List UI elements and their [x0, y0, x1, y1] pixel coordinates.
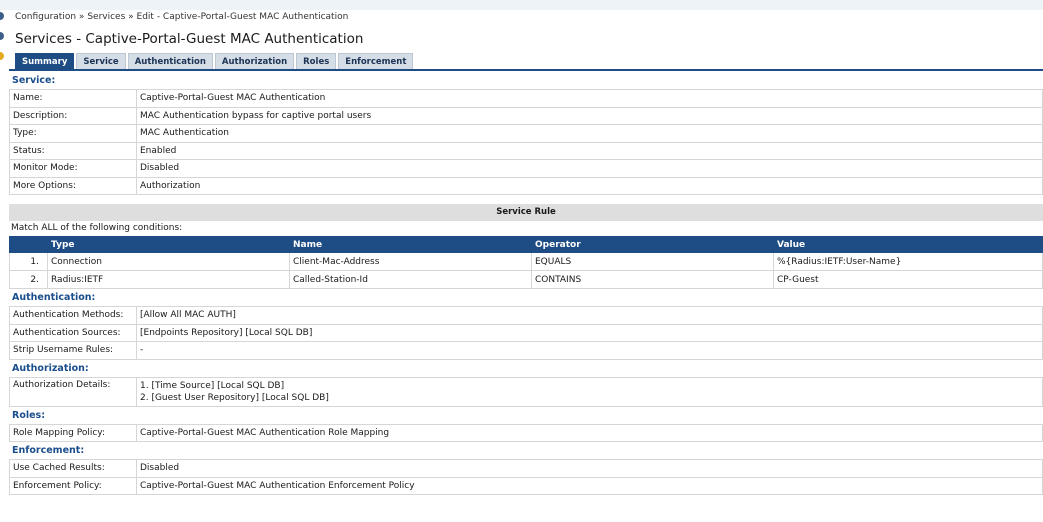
row-value: Authorization: [136, 176, 1043, 195]
row-label: Monitor Mode:: [9, 159, 137, 178]
tab-enforcement[interactable]: Enforcement: [338, 53, 414, 69]
table-row: Description: MAC Authentication bypass fo…: [9, 106, 1043, 125]
table-row: Role Mapping Policy: Captive-Portal-Guest…: [9, 423, 1043, 442]
authorization-detail-line: 2. [Guest User Repository] [Local SQL DB…: [140, 392, 329, 403]
row-label: Authorization Details:: [9, 376, 137, 407]
breadcrumb-current: Edit - Captive-Portal-Guest MAC Authenti…: [136, 12, 349, 22]
row-value: -: [136, 341, 1043, 360]
row-value: Enabled: [136, 141, 1043, 160]
cell-operator: EQUALS: [531, 252, 774, 271]
breadcrumb-separator: »: [128, 12, 134, 22]
row-label: Authentication Sources:: [9, 323, 137, 342]
section-heading-enforcement: Enforcement:: [12, 445, 85, 456]
cell-name: Client-Mac-Address: [289, 252, 532, 271]
breadcrumb: Configuration » Services » Edit - Captiv…: [15, 12, 348, 22]
table-row: Enforcement Policy: Captive-Portal-Guest …: [9, 476, 1043, 495]
column-header-index: [9, 236, 48, 253]
service-table: Name: Captive-Portal-Guest MAC Authentica…: [9, 89, 1043, 195]
row-value: MAC Authentication bypass for captive po…: [136, 106, 1043, 125]
authentication-table: Authentication Methods: [Allow All MAC AU…: [9, 306, 1043, 360]
table-row: 1. Connection Client-Mac-Address EQUALS …: [9, 252, 1043, 271]
authorization-table: Authorization Details: 1. [Time Source] …: [9, 376, 1043, 407]
section-heading-authentication: Authentication:: [12, 292, 96, 303]
table-row: Name: Captive-Portal-Guest MAC Authentica…: [9, 89, 1043, 108]
breadcrumb-configuration[interactable]: Configuration: [15, 12, 76, 22]
row-value: Captive-Portal-Guest MAC Authentication …: [136, 423, 1043, 442]
row-value: [Endpoints Repository] [Local SQL DB]: [136, 323, 1043, 342]
row-label: Enforcement Policy:: [9, 476, 137, 495]
left-rail: [0, 10, 6, 70]
column-header-value: Value: [773, 236, 1043, 253]
nav-icon[interactable]: [0, 32, 4, 40]
row-label: More Options:: [9, 176, 137, 195]
table-row: Use Cached Results: Disabled: [9, 459, 1043, 478]
tab-roles[interactable]: Roles: [296, 53, 337, 69]
tab-summary[interactable]: Summary: [15, 53, 75, 69]
cell-value: CP-Guest: [773, 270, 1043, 289]
row-value: Captive-Portal-Guest MAC Authentication …: [136, 476, 1043, 495]
row-value: Captive-Portal-Guest MAC Authentication: [136, 89, 1043, 108]
tab-service[interactable]: Service: [76, 53, 126, 69]
table-row: 2. Radius:IETF Called-Station-Id CONTAIN…: [9, 270, 1043, 289]
row-label: Use Cached Results:: [9, 459, 137, 478]
column-header-type: Type: [47, 236, 290, 253]
nav-icon[interactable]: [0, 52, 4, 60]
breadcrumb-separator: »: [78, 12, 85, 22]
row-label: Status:: [9, 141, 137, 160]
table-row: Authentication Methods: [Allow All MAC AU…: [9, 306, 1043, 325]
row-number: 1.: [9, 252, 48, 271]
breadcrumb-services[interactable]: Services: [87, 12, 125, 22]
row-value: Disabled: [136, 459, 1043, 478]
column-header-operator: Operator: [531, 236, 774, 253]
authorization-detail-line: 1. [Time Source] [Local SQL DB]: [140, 380, 285, 391]
table-row: Monitor Mode: Disabled: [9, 159, 1043, 178]
table-row: Type: MAC Authentication: [9, 124, 1043, 143]
row-label: Description:: [9, 106, 137, 125]
row-label: Name:: [9, 89, 137, 108]
row-number: 2.: [9, 270, 48, 289]
cell-type: Radius:IETF: [47, 270, 290, 289]
table-row: Strip Username Rules: -: [9, 341, 1043, 360]
tab-bar: Summary Service Authentication Authoriza…: [15, 53, 414, 69]
match-conditions-text: Match ALL of the following conditions:: [11, 223, 183, 233]
table-row: More Options: Authorization: [9, 176, 1043, 195]
cell-value: %{Radius:IETF:User-Name}: [773, 252, 1043, 271]
tab-authorization[interactable]: Authorization: [214, 53, 295, 69]
row-value: 1. [Time Source] [Local SQL DB] 2. [Gues…: [136, 376, 1043, 407]
section-heading-authorization: Authorization:: [12, 362, 89, 374]
row-value: Disabled: [136, 159, 1043, 178]
cell-name: Called-Station-Id: [289, 270, 532, 289]
page-title: Services - Captive-Portal-Guest MAC Auth…: [15, 31, 364, 47]
section-heading-roles: Roles:: [12, 409, 45, 421]
row-label: Role Mapping Policy:: [9, 423, 137, 442]
table-row: Status: Enabled: [9, 141, 1043, 160]
enforcement-table: Use Cached Results: Disabled Enforcement …: [9, 459, 1043, 495]
tab-underline: [9, 69, 1043, 71]
cell-operator: CONTAINS: [531, 270, 774, 289]
table-row: Authorization Details: 1. [Time Source] …: [9, 376, 1043, 407]
nav-icon[interactable]: [0, 12, 4, 20]
row-label: Authentication Methods:: [9, 306, 137, 325]
row-label: Strip Username Rules:: [9, 341, 137, 360]
service-rule-title: Service Rule: [9, 204, 1043, 221]
row-label: Type:: [9, 124, 137, 143]
section-heading-service: Service:: [12, 75, 56, 86]
tab-authentication[interactable]: Authentication: [127, 53, 213, 69]
summary-content: Service: Name: Captive-Portal-Guest MAC A…: [9, 72, 1043, 495]
service-rule-table: Type Name Operator Value 1. Connection C…: [9, 236, 1043, 289]
column-header-name: Name: [289, 236, 532, 253]
top-strip: [0, 0, 1043, 10]
row-value: MAC Authentication: [136, 124, 1043, 143]
row-value: [Allow All MAC AUTH]: [136, 306, 1043, 325]
table-header-row: Type Name Operator Value: [9, 236, 1043, 253]
roles-table: Role Mapping Policy: Captive-Portal-Guest…: [9, 423, 1043, 443]
cell-type: Connection: [47, 252, 290, 271]
table-row: Authentication Sources: [Endpoints Reposi…: [9, 323, 1043, 342]
